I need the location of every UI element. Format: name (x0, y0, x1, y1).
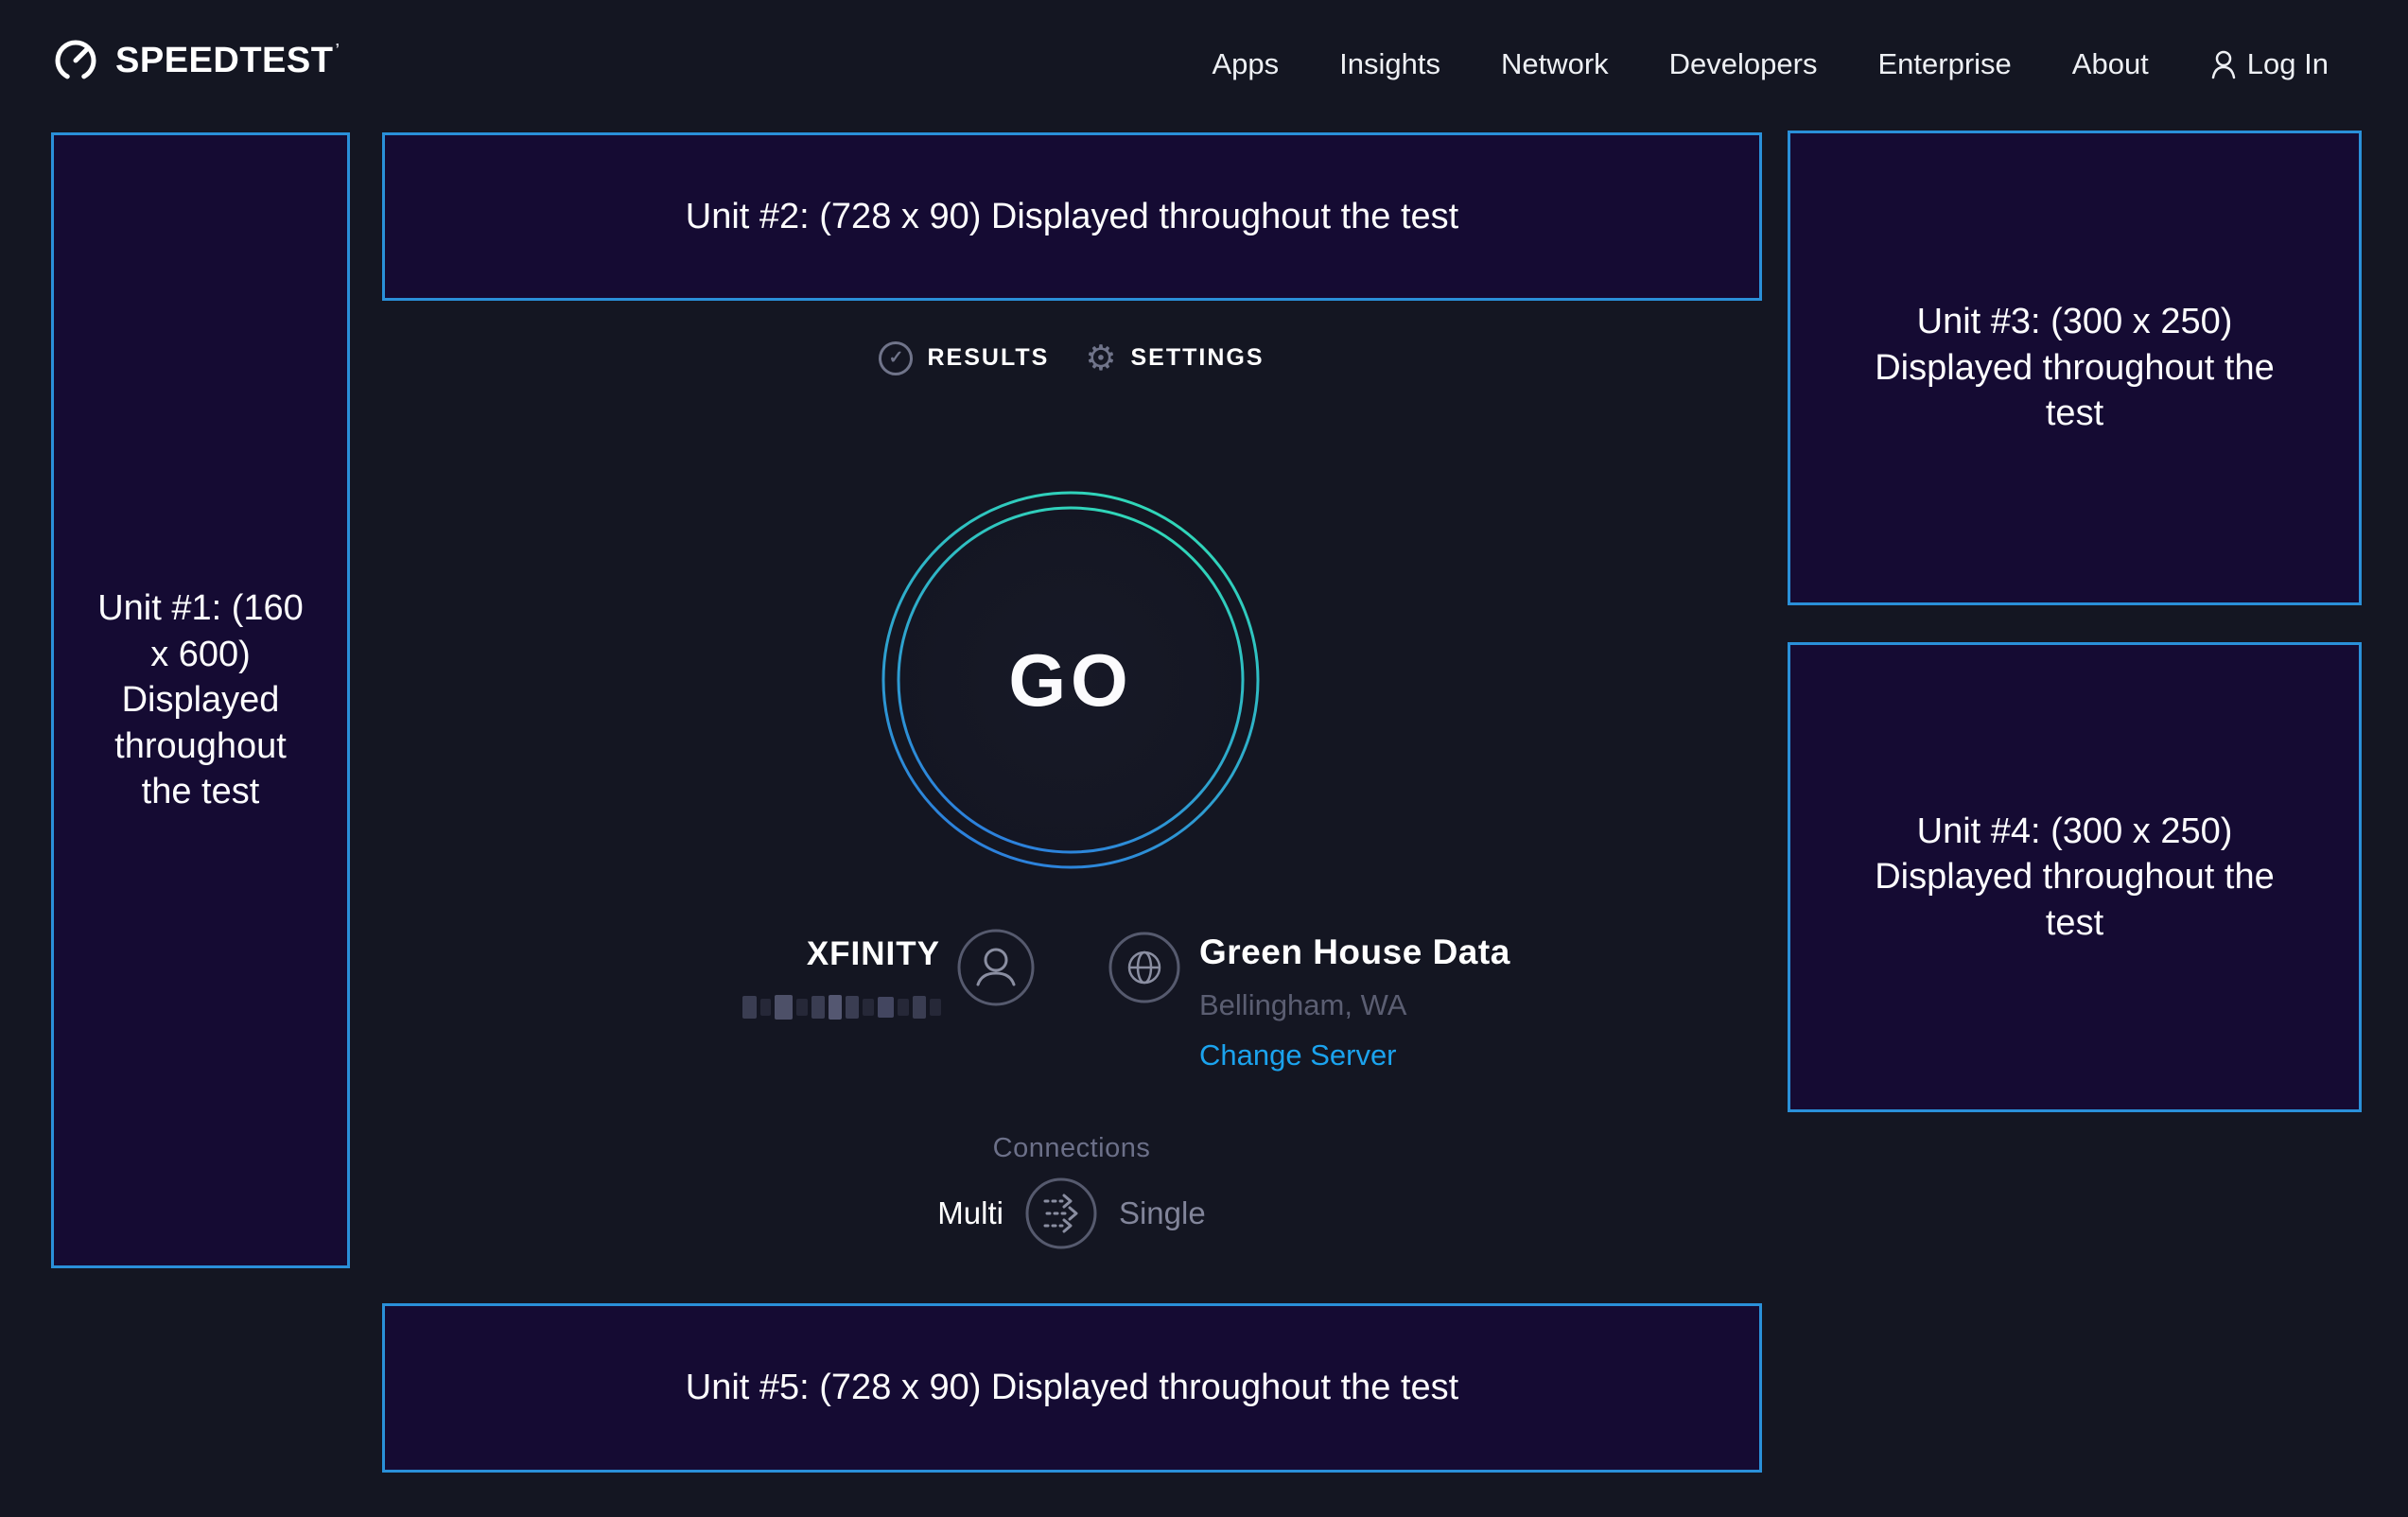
brand-name: SPEEDTEST’ (115, 41, 340, 81)
isp-name: XFINITY (807, 935, 940, 973)
server-name: Green House Data (1199, 932, 1510, 973)
login-button[interactable]: Log In (2209, 47, 2329, 81)
redacted-ip-text (742, 995, 941, 1020)
server-info: Green House Data Bellingham, WA Change S… (1108, 932, 1510, 1072)
gauge-icon (53, 38, 98, 83)
connections-option-multi[interactable]: Multi (937, 1195, 1003, 1231)
user-icon (2209, 49, 2238, 79)
nav-item-about[interactable]: About (2072, 47, 2149, 81)
ad-unit-1[interactable]: Unit #1: (160 x 600) Displayed throughou… (51, 132, 350, 1268)
go-label: GO (1008, 637, 1132, 724)
login-label: Log In (2247, 47, 2329, 81)
nav-item-insights[interactable]: Insights (1339, 47, 1440, 81)
tab-settings[interactable]: ⚙ SETTINGS (1085, 340, 1264, 375)
globe-icon (1108, 932, 1180, 1003)
connections-label: Connections (693, 1133, 1450, 1164)
isp-user-icon[interactable] (957, 929, 1035, 1006)
tab-bar: ✓ RESULTS ⚙ SETTINGS (693, 340, 1450, 375)
go-button[interactable]: GO (872, 481, 1269, 879)
ad-unit-4[interactable]: Unit #4: (300 x 250) Displayed throughou… (1788, 642, 2362, 1112)
speedtest-page: SPEEDTEST’ Apps Insights Network Develop… (0, 0, 2408, 1517)
server-location: Bellingham, WA (1199, 987, 1510, 1022)
results-tab-label: RESULTS (927, 344, 1049, 372)
check-circle-icon: ✓ (879, 341, 913, 375)
connections-toggle-icon[interactable] (1025, 1177, 1097, 1249)
nav-item-developers[interactable]: Developers (1669, 47, 1818, 81)
gear-icon: ⚙ (1085, 340, 1116, 375)
ad-unit-3[interactable]: Unit #3: (300 x 250) Displayed throughou… (1788, 131, 2362, 605)
change-server-link[interactable]: Change Server (1199, 1037, 1510, 1072)
speedtest-logo[interactable]: SPEEDTEST’ (53, 38, 340, 83)
nav-item-enterprise[interactable]: Enterprise (1877, 47, 2011, 81)
connections-row: Multi Single (693, 1177, 1450, 1249)
ad-unit-5[interactable]: Unit #5: (728 x 90) Displayed throughout… (382, 1303, 1762, 1473)
ad-unit-2[interactable]: Unit #2: (728 x 90) Displayed throughout… (382, 132, 1762, 301)
nav-item-network[interactable]: Network (1501, 47, 1609, 81)
connections-option-single[interactable]: Single (1119, 1195, 1206, 1231)
settings-tab-label: SETTINGS (1130, 344, 1264, 372)
nav-item-apps[interactable]: Apps (1212, 47, 1279, 81)
trademark-mark: ’ (335, 43, 340, 58)
tab-results[interactable]: ✓ RESULTS (879, 340, 1049, 375)
top-navigation: Apps Insights Network Developers Enterpr… (1212, 0, 2329, 129)
